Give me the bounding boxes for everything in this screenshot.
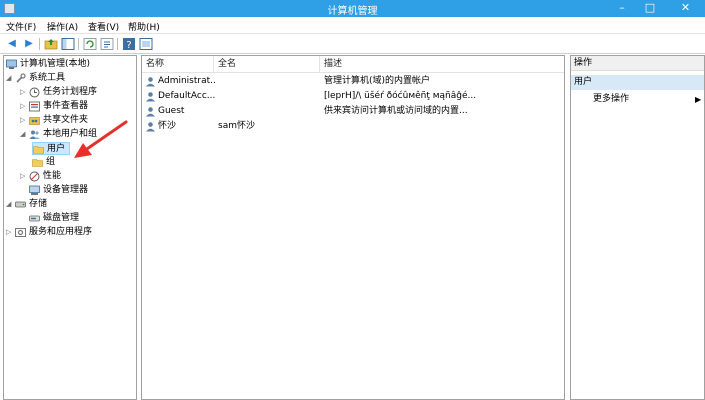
export-list-icon[interactable] — [100, 37, 114, 51]
menu-help[interactable]: 帮助(H) — [128, 20, 160, 33]
window-title: 计算机管理 — [327, 6, 378, 17]
properties-icon[interactable] — [139, 37, 153, 51]
tree-item-label: 事件查看器 — [43, 101, 89, 111]
disk-icon — [29, 213, 40, 224]
user-name-cell: 怀沙 — [158, 121, 177, 131]
event-viewer-icon — [29, 101, 40, 112]
tree-root-label: 计算机管理(本地) — [20, 59, 91, 69]
minimize-button[interactable]: – — [610, 0, 634, 17]
annotation-arrow-icon — [74, 120, 128, 158]
user-icon — [145, 121, 156, 132]
chevron-right-icon[interactable]: ▷ — [20, 170, 28, 183]
device-manager-icon — [29, 185, 40, 196]
svg-text:?: ? — [126, 40, 131, 51]
chevron-right-icon[interactable]: ▷ — [20, 86, 28, 99]
table-row[interactable]: DefaultAcc... [leprH]/\ üšéŕ ðóćûмêñţ мąñ… — [142, 90, 564, 103]
table-row[interactable]: 怀沙 sam怀沙 — [142, 120, 564, 133]
shared-folder-icon — [29, 115, 40, 126]
user-description-cell: 供来宾访问计算机或访问域的内置... — [324, 106, 468, 116]
tree-item-label: 任务计划程序 — [43, 87, 98, 97]
user-list-pane[interactable]: 名称 全名 描述 Administrat... 管理计算机(域)的内置帐户 Defa… — [141, 55, 565, 400]
user-icon — [145, 76, 156, 87]
tree-item-label: 服务和应用程序 — [29, 227, 93, 237]
column-header-divider — [142, 72, 564, 73]
chevron-right-icon[interactable]: ▶ — [695, 93, 701, 106]
tree-item-label: 设备管理器 — [43, 185, 89, 195]
tree-item-label: 磁盘管理 — [43, 213, 80, 223]
menu-view[interactable]: 查看(V) — [88, 20, 119, 33]
users-icon — [29, 129, 40, 140]
chevron-down-icon[interactable]: ◢ — [20, 128, 28, 141]
tree-item-label: 存储 — [29, 199, 48, 209]
table-row[interactable]: Administrat... 管理计算机(域)的内置帐户 — [142, 75, 564, 88]
user-name-cell: Guest — [158, 106, 185, 116]
user-name-cell: Administrat... — [158, 76, 216, 86]
table-row[interactable]: Guest 供来宾访问计算机或访问域的内置... — [142, 105, 564, 118]
menu-bar: 文件(F) 操作(A) 查看(V) 帮助(H) — [0, 17, 705, 34]
toolbar-separator — [117, 38, 118, 50]
computer-management-icon — [6, 59, 17, 70]
toolbar-separator — [78, 38, 79, 50]
column-header-fullname[interactable]: 全名 — [214, 56, 320, 72]
maximize-button[interactable]: □ — [638, 0, 662, 17]
title-bar: 计算机管理 – □ ✕ — [0, 0, 705, 17]
tree-item-label: 系统工具 — [29, 73, 66, 83]
clock-icon — [29, 87, 40, 98]
actions-header: 操作 — [571, 56, 704, 71]
refresh-icon[interactable] — [83, 37, 97, 51]
forward-icon[interactable]: ▶ — [22, 37, 36, 51]
help-icon[interactable]: ? — [122, 37, 136, 51]
console-tree-pane[interactable]: 计算机管理(本地) ◢ 系统工具 ▷ 任务计划程序 ▷ 事件查看器 ▷ 共享文件夹 ◢ 本地用户和… — [3, 55, 137, 400]
chevron-down-icon[interactable]: ◢ — [6, 72, 14, 85]
toolbar: ◀ ▶ ? — [0, 34, 705, 54]
chevron-right-icon[interactable]: ▷ — [20, 114, 28, 127]
storage-icon — [15, 199, 26, 210]
tools-icon — [15, 73, 26, 84]
close-button[interactable]: ✕ — [666, 0, 705, 17]
chevron-down-icon[interactable]: ◢ — [6, 198, 14, 211]
show-hide-tree-icon[interactable] — [61, 37, 75, 51]
user-description-cell: [leprH]/\ üšéŕ ðóćûмêñţ мąñâĝé... — [324, 91, 477, 101]
column-header-description[interactable]: 描述 — [320, 56, 564, 72]
user-icon — [145, 106, 156, 117]
menu-action[interactable]: 操作(A) — [47, 20, 78, 33]
up-folder-icon[interactable] — [44, 37, 58, 51]
tree-item-label: 性能 — [43, 171, 62, 181]
user-icon — [145, 91, 156, 102]
back-icon[interactable]: ◀ — [5, 37, 19, 51]
actions-section-users[interactable]: 用户 — [571, 75, 704, 90]
chevron-right-icon[interactable]: ▷ — [20, 100, 28, 113]
folder-icon — [33, 144, 44, 155]
user-description-cell: 管理计算机(域)的内置帐户 — [324, 76, 431, 86]
user-name-cell: DefaultAcc... — [158, 91, 216, 101]
toolbar-separator — [39, 38, 40, 50]
more-actions-link[interactable]: 更多操作 — [593, 93, 629, 106]
menu-file[interactable]: 文件(F) — [6, 20, 36, 33]
chevron-right-icon[interactable]: ▷ — [6, 226, 14, 239]
performance-icon — [29, 171, 40, 182]
column-header-name[interactable]: 名称 — [142, 56, 214, 72]
actions-pane: 操作 用户 更多操作 ▶ — [570, 55, 705, 400]
services-icon — [15, 227, 26, 238]
folder-icon — [32, 157, 43, 168]
user-fullname-cell: sam怀沙 — [218, 121, 255, 131]
tree-item-label: 组 — [46, 157, 56, 167]
